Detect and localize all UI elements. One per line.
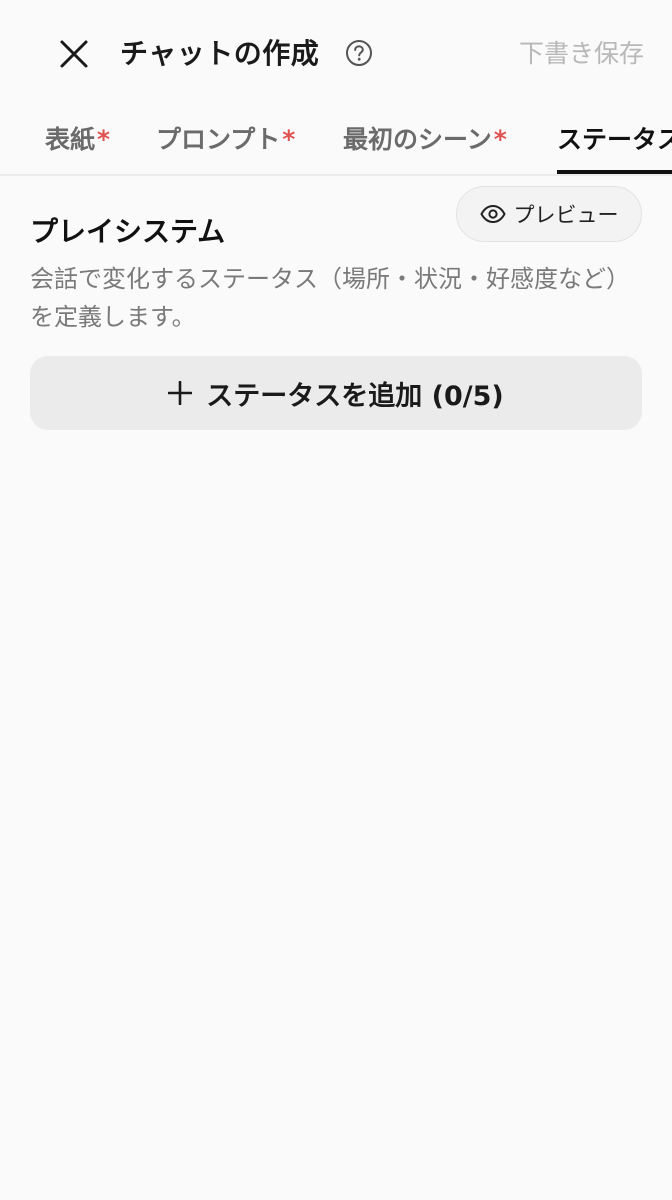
section-title: プレイシステム [30, 215, 226, 248]
required-mark: * [97, 125, 111, 154]
tab-label: ステータス [557, 125, 672, 154]
page-title: チャットの作成 [120, 37, 320, 70]
plus-icon [168, 381, 193, 405]
save-draft-button[interactable]: 下書き保存 [519, 34, 644, 74]
preview-button[interactable]: プレビュー [456, 186, 642, 242]
add-status-button[interactable]: ステータスを追加 (0/5) [30, 356, 642, 430]
tab-label: 最初のシーン [343, 125, 492, 154]
header: チャットの作成 下書き保存 [0, 0, 672, 106]
required-mark: * [282, 125, 296, 154]
close-button[interactable] [50, 30, 98, 78]
tab-label: 表紙 [45, 125, 96, 154]
active-tab-indicator [557, 170, 672, 174]
close-icon [60, 40, 88, 68]
create-chat-page: チャットの作成 下書き保存 表紙* プロンプト* 最初のシーン* ステータス プ… [0, 0, 672, 1200]
preview-label: プレビュー [513, 203, 619, 227]
tab-status[interactable]: ステータス [557, 122, 672, 158]
eye-icon [479, 204, 506, 224]
tab-bar: 表紙* プロンプト* 最初のシーン* ステータス [0, 106, 672, 176]
tab-first-scene[interactable]: 最初のシーン* [343, 122, 507, 158]
tab-cover[interactable]: 表紙* [45, 122, 110, 158]
required-mark: * [493, 125, 507, 154]
help-icon [346, 40, 372, 66]
add-status-label: ステータスを追加 (0/5) [206, 380, 504, 412]
tab-prompt[interactable]: プロンプト* [156, 122, 295, 158]
section-description: 会話で変化するステータス（場所・状況・好感度など）を定義します。 [30, 265, 630, 331]
help-button[interactable] [344, 38, 374, 68]
tab-label: プロンプト [156, 125, 281, 154]
